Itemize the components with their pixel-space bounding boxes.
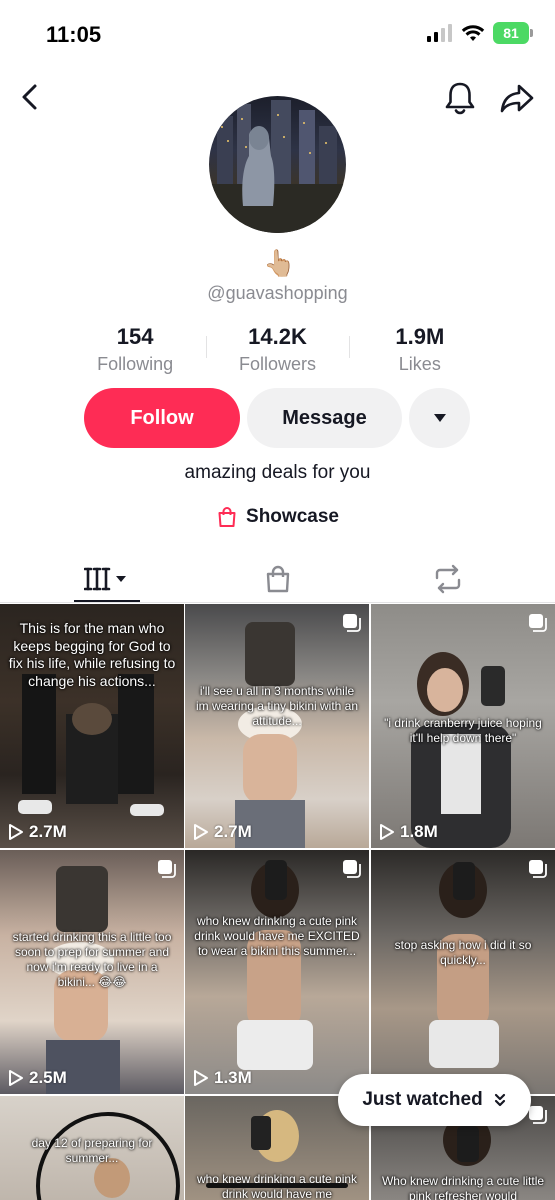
stat-value: 14.2K	[248, 324, 307, 349]
video-tile[interactable]: who knew drinking a cute pink drink woul…	[185, 850, 369, 1094]
showcase-link[interactable]: Showcase	[0, 506, 555, 528]
shopping-bag-icon	[266, 565, 289, 593]
video-tile[interactable]: day 12 of preparing for summer...	[0, 1096, 184, 1200]
play-icon	[9, 824, 23, 840]
caret-down-icon	[433, 414, 446, 422]
profile-handle: @guavashopping	[207, 283, 348, 303]
video-caption: who knew drinking a cute pink drink woul…	[194, 914, 360, 958]
multi-photo-icon	[529, 860, 547, 878]
stat-value: 154	[116, 324, 154, 349]
tabs-divider	[0, 602, 555, 603]
showcase-label: Showcase	[246, 506, 339, 527]
stat-label: Followers	[238, 354, 316, 374]
video-views: 1.8M	[379, 822, 438, 842]
videos-grid-icon	[83, 567, 126, 591]
views-count: 1.8M	[400, 822, 438, 841]
status-icons: 81	[427, 22, 533, 44]
just-watched-label: Just watched	[362, 1089, 483, 1110]
stat-followers[interactable]: 14.2K Followers	[206, 324, 348, 375]
play-icon	[194, 824, 208, 840]
profile-avatar[interactable]	[209, 96, 346, 233]
views-count: 2.5M	[29, 1068, 67, 1087]
wifi-icon	[461, 25, 485, 41]
stat-following[interactable]: 154 Following	[64, 324, 206, 375]
video-views: 2.7M	[193, 822, 252, 842]
video-tile[interactable]: "i drink cranberry juice hoping it'll he…	[371, 604, 555, 848]
shopping-bag-icon	[218, 507, 236, 527]
status-bar: 11:05 81	[0, 0, 555, 70]
tab-reposts[interactable]	[355, 556, 540, 602]
video-views: 2.5M	[8, 1068, 67, 1088]
video-tile[interactable]: stop asking how i did it so quickly...	[371, 850, 555, 1094]
double-chevron-down-icon	[494, 1093, 505, 1107]
video-caption: day 12 of preparing for summer...	[31, 1136, 153, 1165]
profile-bio: amazing deals for you	[184, 462, 371, 483]
tab-shop[interactable]	[185, 556, 370, 602]
video-caption: Who knew drinking a cute little pink ref…	[381, 1174, 545, 1200]
video-caption: stop asking how i did it so quickly...	[394, 938, 532, 967]
profile-tabs	[0, 556, 555, 603]
video-caption: started drinking this a little too soon …	[12, 930, 172, 989]
share-arrow-icon[interactable]	[498, 80, 536, 116]
views-count: 2.7M	[29, 822, 67, 841]
stat-label: Following	[97, 354, 174, 374]
stat-likes[interactable]: 1.9M Likes	[348, 324, 491, 375]
play-icon	[194, 1070, 208, 1086]
play-icon	[9, 1070, 23, 1086]
multi-photo-icon	[158, 860, 176, 878]
views-count: 1.3M	[214, 1068, 252, 1087]
status-time: 11:05	[46, 22, 102, 47]
video-caption: "i drink cranberry juice hoping it'll he…	[384, 716, 542, 745]
video-views: 1.3M	[193, 1068, 252, 1088]
play-icon	[380, 824, 394, 840]
profile-emoji: 👆🏼	[263, 248, 296, 278]
video-tile[interactable]: started drinking this a little too soon …	[0, 850, 184, 1094]
video-tile[interactable]: This is for the man who keeps begging fo…	[0, 604, 184, 848]
video-tile[interactable]: i'll see u all in 3 months while im wear…	[185, 604, 369, 848]
stat-value: 1.9M	[395, 324, 445, 349]
follow-button[interactable]: Follow	[84, 388, 240, 448]
tab-videos[interactable]	[14, 556, 199, 602]
stat-label: Likes	[398, 354, 441, 374]
back-arrow-icon[interactable]	[14, 80, 48, 114]
video-views: 2.7M	[8, 822, 67, 842]
bell-icon[interactable]	[442, 80, 478, 116]
signal-icon	[427, 24, 452, 42]
multi-photo-icon	[529, 614, 547, 632]
views-count: 2.7M	[214, 822, 252, 841]
video-caption: i'll see u all in 3 months while im wear…	[195, 684, 359, 728]
multi-photo-icon	[343, 614, 361, 632]
home-indicator	[206, 1183, 348, 1188]
battery-indicator: 81	[493, 22, 533, 44]
just-watched-button[interactable]: Just watched	[338, 1074, 531, 1126]
suggested-accounts-button[interactable]	[409, 388, 470, 448]
message-button[interactable]: Message	[247, 388, 402, 448]
video-caption: This is for the man who keeps begging fo…	[8, 620, 176, 689]
repost-icon	[435, 564, 460, 594]
profile-stats: 154 Following 14.2K Followers 1.9M Likes	[64, 324, 491, 375]
multi-photo-icon	[343, 860, 361, 878]
